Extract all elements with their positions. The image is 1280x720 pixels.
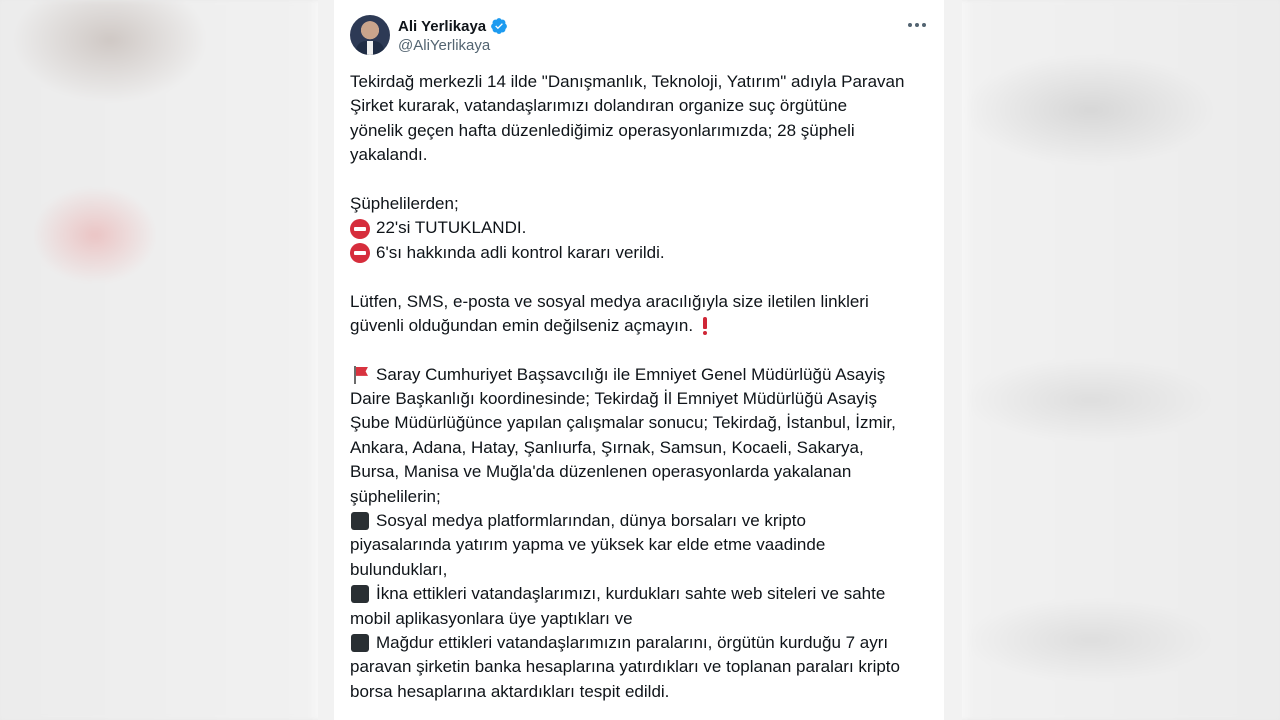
no-entry-icon (350, 218, 370, 239)
post-text-segment: 22'si TUTUKLANDI. (376, 218, 527, 238)
post-text-segment: Tekirdağ merkezli 14 ilde "Danışmanlık, … (350, 72, 905, 91)
post-text-line: Daire Başkanlığı koordinesinde; Tekirdağ… (350, 387, 935, 411)
post-text-line: Sosyal medya platformlarından, dünya bor… (350, 509, 935, 533)
author-name[interactable]: Ali Yerlikaya (398, 18, 486, 35)
post-text-line: Mağdur ettikleri vatandaşlarımızın paral… (350, 631, 935, 655)
post-text-line: 6'sı hakkında adli kontrol kararı verild… (350, 241, 935, 265)
more-options-icon[interactable] (905, 15, 929, 35)
exclamation-icon (699, 316, 711, 336)
post-text-line: piyasalarında yatırım yapma ve yüksek ka… (350, 533, 935, 557)
post-text-segment: Bursa, Manisa ve Muğla'da düzenlenen ope… (350, 462, 852, 482)
post-text-segment: Şirket kurarak, vatandaşlarımızı dolandı… (350, 96, 848, 116)
post-text-line: Şüphelilerden; (350, 192, 935, 216)
post-text-segment: yönelik geçen hafta düzenlediğimiz opera… (350, 120, 855, 140)
flag-icon (350, 365, 370, 385)
post-text-segment: paravan şirketin banka hesaplarına yatır… (350, 657, 900, 677)
post-text-segment: Saray Cumhuriyet Başsavcılığı ile Emniye… (376, 364, 886, 384)
post-text-segment: Lütfen, SMS, e-posta ve sosyal medya ara… (350, 291, 869, 311)
post-text-line: güvenli olduğundan emin değilseniz açmay… (350, 314, 935, 338)
post-text-line: yönelik geçen hafta düzenlediğimiz opera… (350, 119, 935, 143)
no-entry-icon (350, 242, 370, 263)
verified-badge-icon (491, 18, 507, 34)
post-text-line: Saray Cumhuriyet Başsavcılığı ile Emniye… (350, 363, 935, 387)
post-text-line: Şube Müdürlüğünce yapılan çalışmalar son… (350, 411, 935, 435)
post-text-line: İkna ettikleri vatandaşlarımızı, kurdukl… (350, 582, 935, 606)
post-text-segment: piyasalarında yatırım yapma ve yüksek ka… (350, 535, 826, 555)
post-text-line: Tekirdağ merkezli 14 ilde "Danışmanlık, … (350, 70, 935, 94)
post-text-line: 22'si TUTUKLANDI. (350, 216, 935, 240)
post-text-line: Lütfen, SMS, e-posta ve sosyal medya ara… (350, 290, 935, 314)
black-square-icon (350, 511, 370, 531)
black-square-icon (350, 633, 370, 653)
post-text-line: yakalandı. (350, 143, 935, 167)
post-text-segment: bulundukları, (350, 559, 448, 579)
post-text-line: Bursa, Manisa ve Muğla'da düzenlenen ope… (350, 460, 935, 484)
post-text-segment: 6'sı hakkında adli kontrol kararı verild… (376, 242, 665, 262)
post-text-segment: Mağdur ettikleri vatandaşlarımızın paral… (376, 632, 889, 652)
avatar[interactable] (350, 15, 390, 55)
post-text-segment: güvenli olduğundan emin değilseniz açmay… (350, 315, 694, 335)
post-text-line: mobil aplikasyonlara üye yaptıkları ve (350, 607, 935, 631)
post-text-line: Şirket kurarak, vatandaşlarımızı dolandı… (350, 94, 935, 118)
post-text-segment: şüphelilerin; (350, 486, 441, 506)
post-text-segment: İkna ettikleri vatandaşlarımızı, kurdukl… (376, 584, 886, 604)
post-text-line: bulundukları, (350, 558, 935, 582)
post-text-segment: mobil aplikasyonlara üye yaptıkları ve (350, 608, 633, 628)
post-text-segment: Daire Başkanlığı koordinesinde; Tekirdağ… (350, 389, 877, 409)
post-text-line: paravan şirketin banka hesaplarına yatır… (350, 655, 935, 679)
black-square-icon (350, 584, 370, 604)
post-text: Tekirdağ merkezli 14 ilde "Danışmanlık, … (350, 70, 935, 704)
post-text-line: şüphelilerin; (350, 485, 935, 509)
post-text-segment: Ankara, Adana, Hatay, Şanlıurfa, Şırnak,… (350, 437, 864, 457)
author-row: Ali Yerlikaya (398, 16, 508, 36)
post-text-segment: Sosyal medya platformlarından, dünya bor… (376, 511, 806, 531)
post-text-segment: Şüphelilerden; (350, 193, 459, 213)
avatar-shirt (367, 41, 373, 55)
post-text-line: borsa hesaplarına aktardıkları tespit ed… (350, 680, 935, 704)
post-text-segment: borsa hesaplarına aktardıkları tespit ed… (350, 681, 670, 701)
post-text-segment: Şube Müdürlüğünce yapılan çalışmalar son… (350, 413, 896, 433)
post-text-segment: yakalandı. (350, 145, 428, 165)
author-handle[interactable]: @AliYerlikaya (398, 37, 490, 54)
post-text-line: Ankara, Adana, Hatay, Şanlıurfa, Şırnak,… (350, 436, 935, 460)
